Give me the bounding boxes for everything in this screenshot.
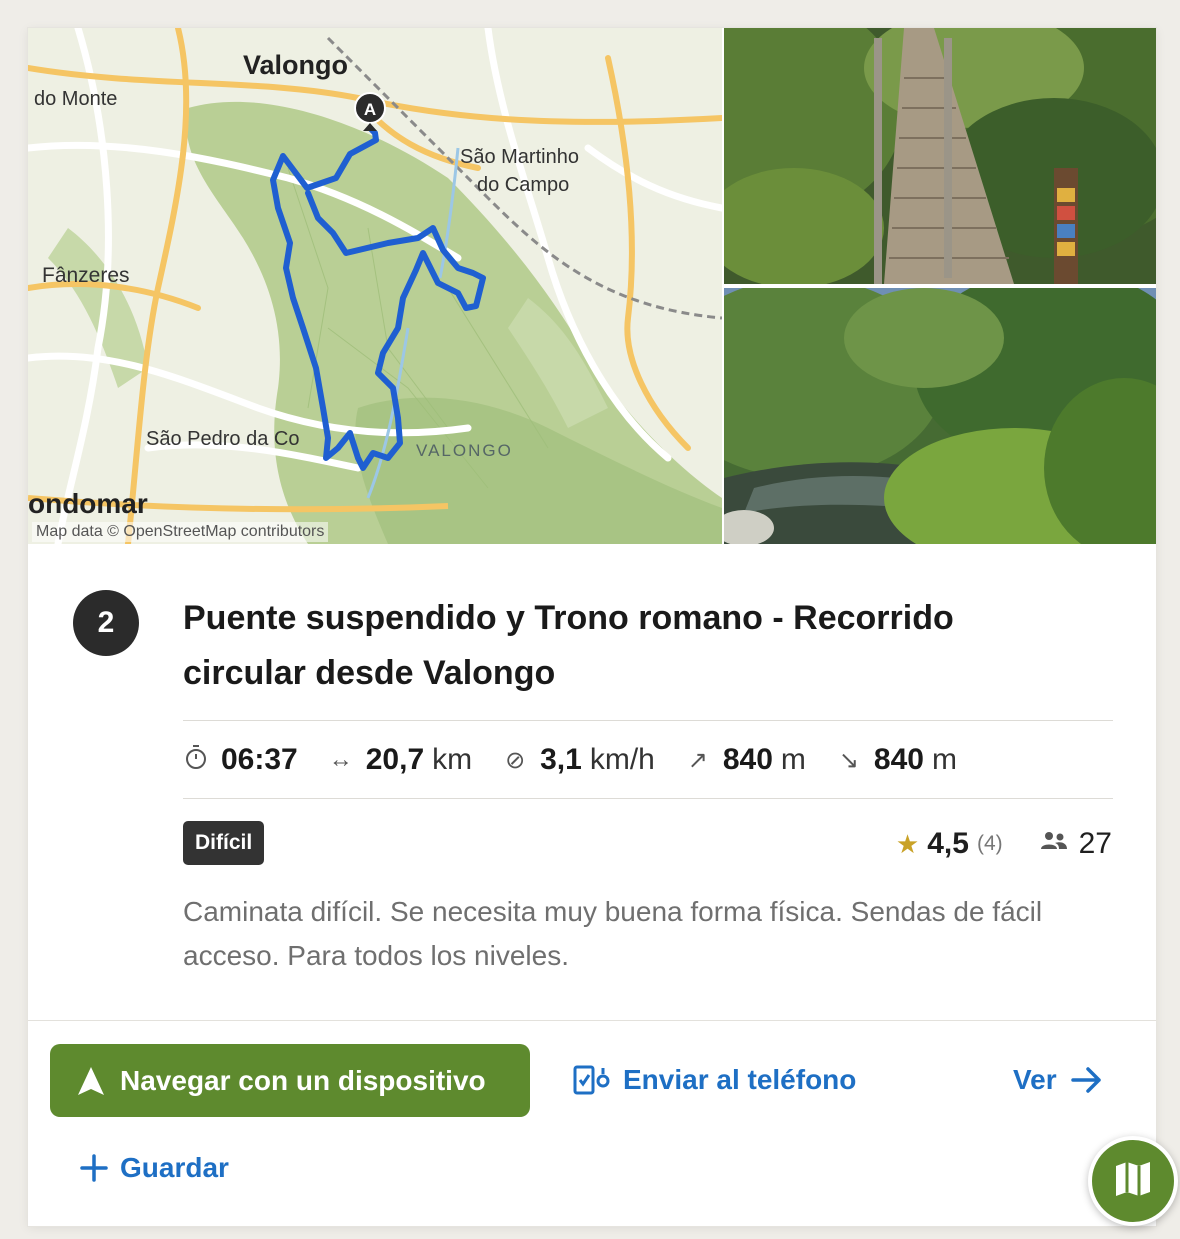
- arrow-up-right-icon: ↗: [687, 746, 708, 774]
- speed-value: 3,1: [540, 743, 582, 776]
- map-view-button[interactable]: [1088, 1136, 1178, 1226]
- view-label: Ver: [1013, 1064, 1057, 1095]
- arrow-right-icon: [1070, 1066, 1103, 1094]
- map-label-valongo-region: VALONGO: [416, 441, 513, 460]
- star-icon: ★: [895, 828, 920, 859]
- route-number: 2: [97, 606, 115, 639]
- photo-suspension-bridge[interactable]: [724, 28, 1156, 284]
- map-label-do-campo: do Campo: [477, 174, 570, 196]
- map-canvas: A: [28, 28, 722, 544]
- send-to-phone-label: Enviar al teléfono: [623, 1064, 857, 1095]
- stat-descent: ↘ 840 m: [836, 743, 957, 777]
- ascent-unit: m: [780, 743, 806, 776]
- phone-send-icon: [573, 1065, 611, 1095]
- route-card: A Valongo do Monte São Martinho do Campo…: [28, 28, 1156, 1226]
- map-label-sao-pedro: São Pedro da Co: [146, 428, 300, 450]
- send-to-phone-button[interactable]: Enviar al teléfono: [573, 1064, 856, 1096]
- map-label-do-monte: do Monte: [34, 88, 118, 110]
- navigation-arrow-icon: [76, 1065, 106, 1097]
- photo-river[interactable]: [724, 288, 1156, 544]
- difficulty-badge: Difícil: [183, 821, 265, 865]
- map-icon: [1112, 1158, 1154, 1205]
- map-label-sao-martinho: São Martinho: [460, 146, 579, 168]
- navigate-label: Navegar con un dispositivo: [120, 1064, 486, 1096]
- save-button[interactable]: Guardar: [80, 1152, 229, 1184]
- rating-count: (4): [976, 832, 1003, 855]
- completed-count: 27: [1078, 827, 1112, 860]
- map-label-gondomar: ondomar: [28, 488, 148, 519]
- bridge-photo-image: [724, 28, 1156, 284]
- arrows-horizontal-icon: ↔: [328, 746, 353, 773]
- rating-summary[interactable]: ★ 4,5 (4) 27: [896, 824, 1112, 864]
- stat-distance: ↔ 20,7 km: [328, 743, 472, 777]
- stat-speed: ⊘ 3,1 km/h: [502, 743, 655, 777]
- start-marker-letter: A: [364, 100, 376, 119]
- map-attribution[interactable]: Map data © OpenStreetMap contributors: [32, 522, 329, 542]
- duration-value: 06:37: [221, 743, 298, 776]
- river-photo-image: [724, 288, 1156, 544]
- arrow-down-right-icon: ↘: [838, 746, 859, 774]
- route-description: Caminata difícil. Se necesita muy buena …: [183, 896, 1043, 971]
- divider: [183, 720, 1113, 721]
- map-label-valongo: Valongo: [243, 50, 349, 80]
- stopwatch-icon: [183, 744, 209, 777]
- route-stats: 06:37 ↔ 20,7 km ⊘ 3,1 km/h ↗ 840 m ↘ 840…: [183, 740, 987, 780]
- speed-icon: ⊘: [505, 746, 526, 774]
- navigate-button[interactable]: Navegar con un dispositivo: [50, 1044, 530, 1117]
- distance-value: 20,7: [365, 743, 425, 776]
- route-media: A Valongo do Monte São Martinho do Campo…: [28, 28, 1156, 544]
- speed-unit: km/h: [589, 743, 655, 776]
- plus-icon: [80, 1154, 108, 1182]
- divider: [183, 798, 1113, 799]
- view-button[interactable]: Ver: [1013, 1064, 1115, 1096]
- stat-duration: 06:37: [183, 743, 298, 777]
- route-number-badge: 2: [73, 590, 139, 656]
- route-title[interactable]: Puente suspendido y Trono romano - Recor…: [183, 591, 1063, 701]
- ascent-value: 840: [722, 743, 773, 776]
- people-icon: [1039, 831, 1069, 857]
- rating-value: 4,5: [927, 827, 969, 860]
- descent-value: 840: [873, 743, 924, 776]
- stat-ascent: ↗ 840 m: [685, 743, 806, 777]
- route-map[interactable]: A Valongo do Monte São Martinho do Campo…: [28, 28, 722, 544]
- save-label: Guardar: [120, 1152, 229, 1183]
- descent-unit: m: [931, 743, 957, 776]
- footer-divider: [28, 1020, 1156, 1021]
- distance-unit: km: [432, 743, 473, 776]
- map-label-fanzeres: Fânzeres: [42, 264, 130, 287]
